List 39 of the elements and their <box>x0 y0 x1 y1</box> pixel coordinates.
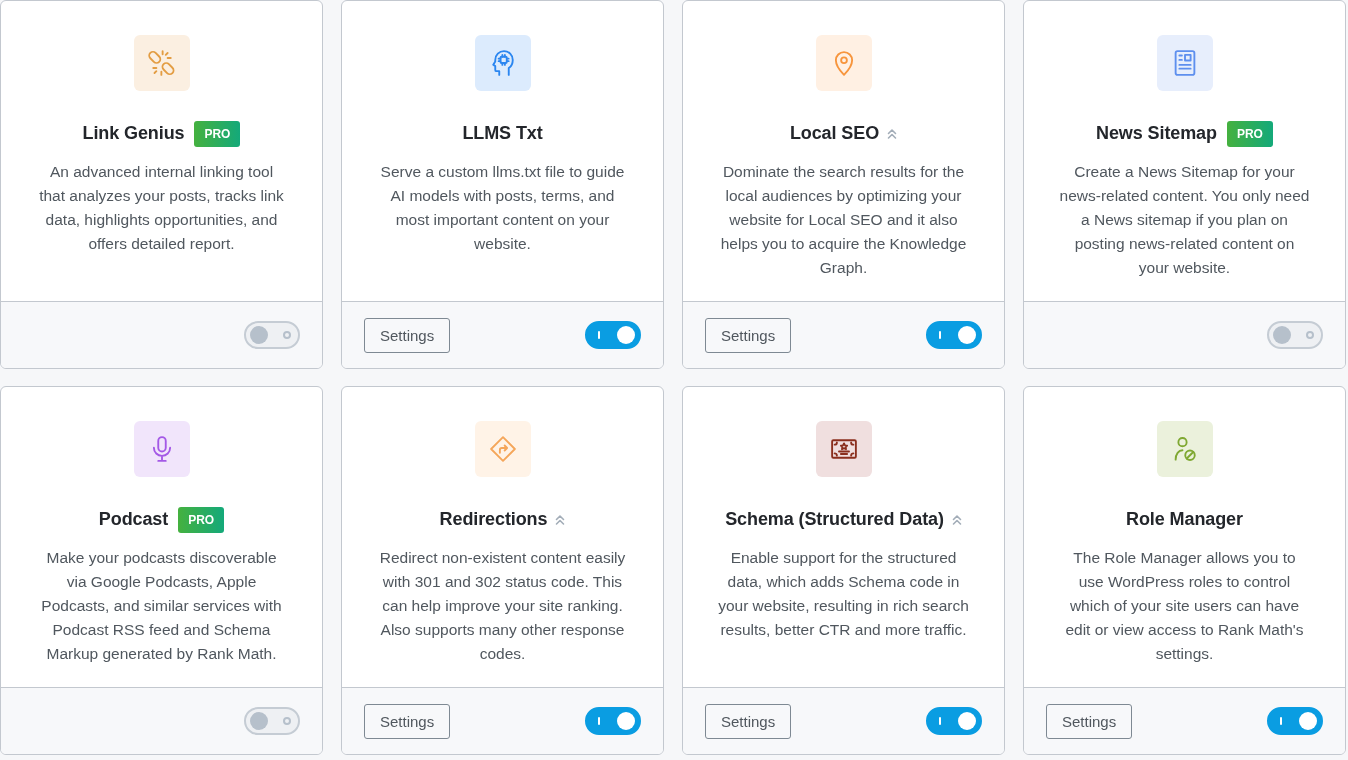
module-title: Link Genius <box>82 123 185 145</box>
module-title: News Sitemap <box>1096 123 1217 145</box>
settings-button[interactable]: Settings <box>364 703 451 739</box>
module-description: The Role Manager allows you to use WordPress roles to control which of your site users can have edit or view access to Rank Math's settings. <box>1064 548 1305 664</box>
settings-button[interactable]: Settings <box>705 317 792 353</box>
newspaper-icon <box>1156 35 1213 91</box>
toggle-switch[interactable] <box>1267 321 1323 349</box>
pro-tag: PRO <box>1226 121 1273 147</box>
toggle-switch[interactable] <box>585 707 641 735</box>
head-chip-icon <box>474 35 531 91</box>
pro-tag: PRO <box>194 121 241 147</box>
toggle-switch[interactable] <box>926 707 982 735</box>
pro-tag: PRO <box>178 507 225 533</box>
module-description: Redirect non-existent content easily with 301 and 302 status code. This can help improve your site ranking. Also supports many other response codes. <box>378 548 627 664</box>
toggle-switch[interactable] <box>926 321 982 349</box>
module-title: Local SEO <box>789 123 880 145</box>
settings-button[interactable]: Settings <box>1046 703 1133 739</box>
person-ban-icon <box>1156 421 1213 477</box>
toggle-switch[interactable] <box>244 321 300 349</box>
toggle-switch[interactable] <box>585 321 641 349</box>
module-description: Make your podcasts discoverable via Google Podcasts, Apple Podcasts, and similar services with Podcast RSS feed and Schema Markup generated by Rank Math. <box>40 548 283 664</box>
settings-button[interactable]: Settings <box>364 317 451 353</box>
certificate-icon <box>815 421 872 477</box>
module-description: Enable support for the structured data, which adds Schema code in your website, resulting in rich search results, better CTR and more traffic. <box>718 548 969 640</box>
module-description: Dominate the search results for the local audiences by optimizing your website for Local SEO and it also helps you to acquire the Knowledge Graph. <box>719 162 968 278</box>
module-description: Create a News Sitemap for your news-related content. You only need a News sitemap if you plan on posting news-related content on your website. <box>1059 162 1310 278</box>
module-description: An advanced internal linking tool that analyzes your posts, tracks link data, highlights opportunities, and offers detailed report. <box>38 162 285 254</box>
module-title: LLMS Txt <box>462 123 543 145</box>
settings-button[interactable]: Settings <box>705 703 792 739</box>
broken-link-icon <box>133 35 190 91</box>
toggle-switch[interactable] <box>244 707 300 735</box>
map-pin-icon <box>815 35 872 91</box>
module-title: Redirections <box>439 509 548 531</box>
microphone-icon <box>133 421 190 477</box>
module-title: Podcast <box>98 509 169 531</box>
module-title: Role Manager <box>1126 509 1243 531</box>
toggle-switch[interactable] <box>1267 707 1323 735</box>
module-title: Schema (Structured Data) <box>725 509 944 531</box>
module-description: Serve a custom llms.txt file to guide AI models with posts, terms, and most important content on your website. <box>379 162 626 254</box>
